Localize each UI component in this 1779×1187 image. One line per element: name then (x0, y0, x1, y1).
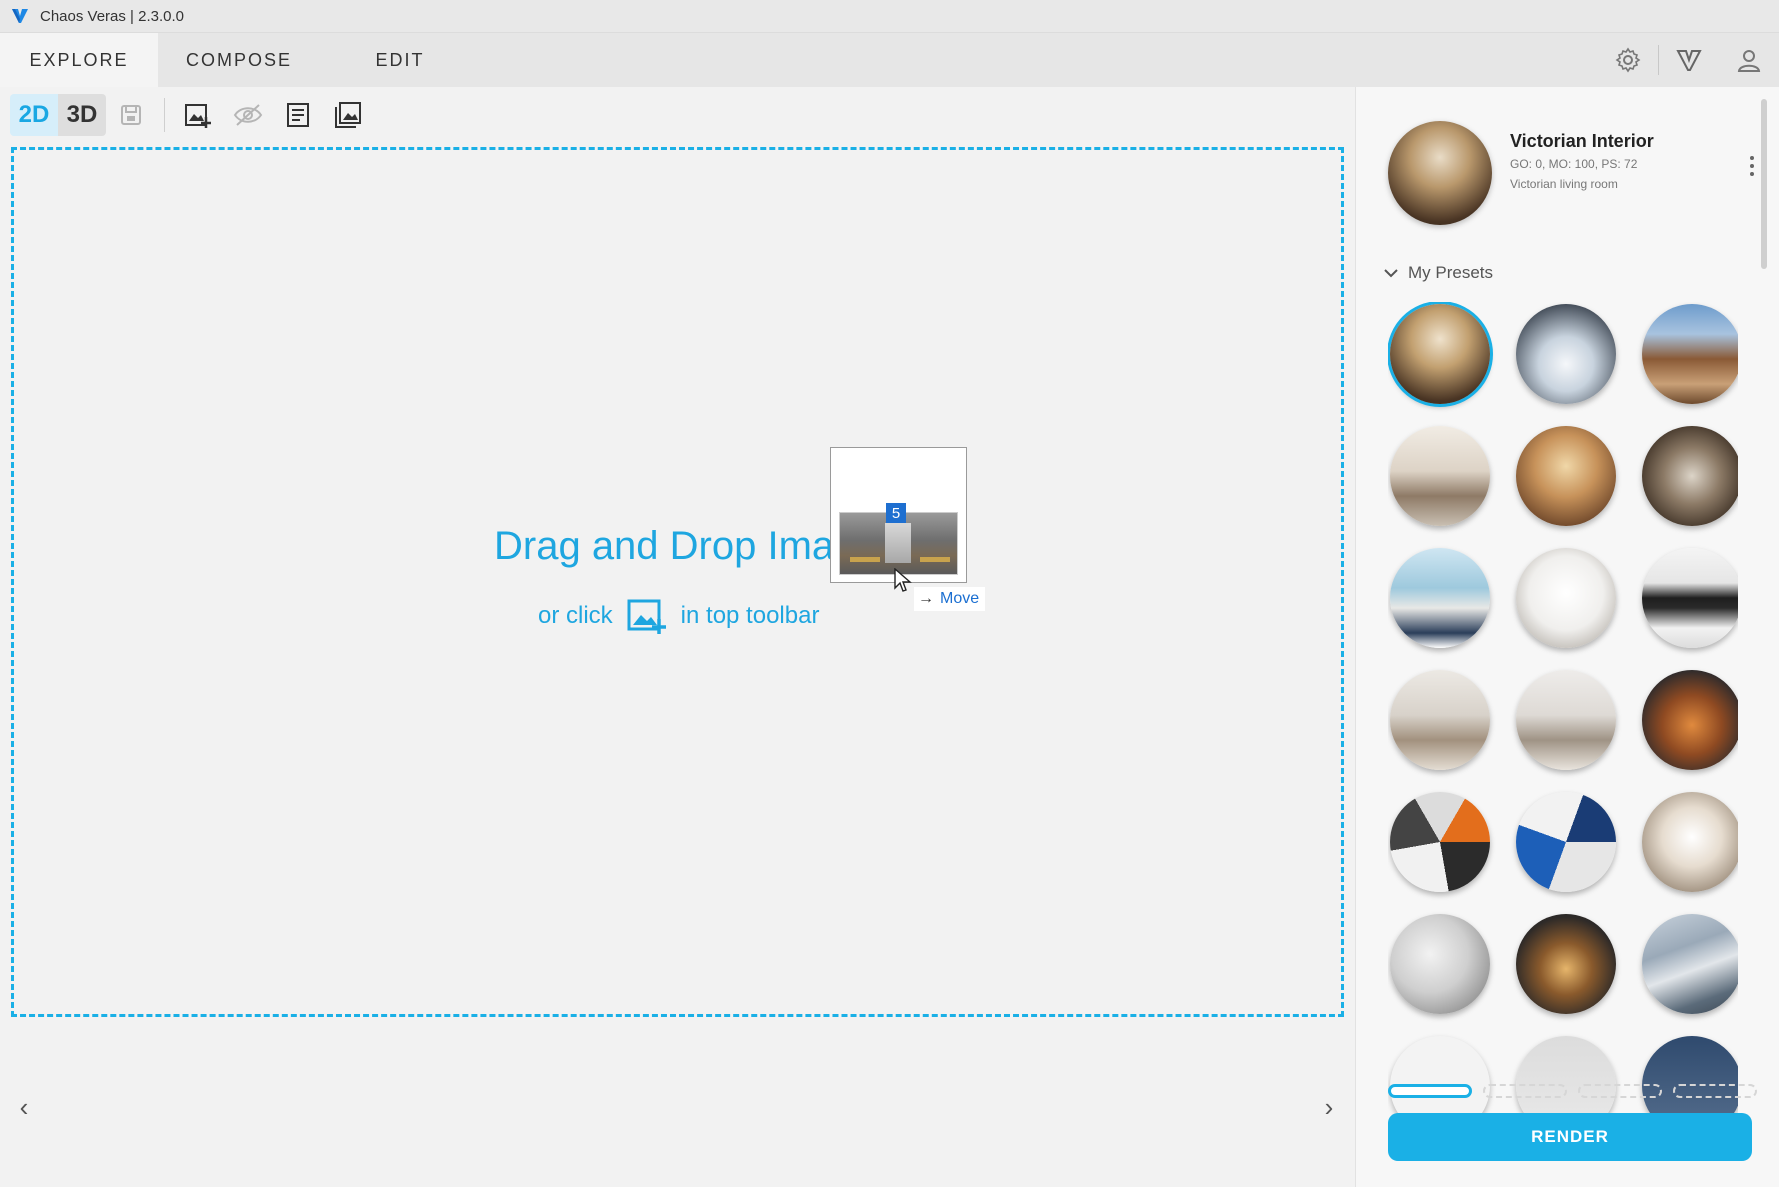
preset-thumbnail[interactable] (1516, 304, 1616, 404)
drop-zone-title: Drag and Drop Imag (494, 524, 857, 568)
add-image-icon[interactable] (173, 94, 223, 136)
preset-meta: GO: 0, MO: 100, PS: 72 (1510, 157, 1638, 171)
my-presets-label: My Presets (1408, 263, 1494, 282)
drop-hint-prefix: or click (538, 602, 613, 629)
pager-dot[interactable] (1673, 1084, 1757, 1098)
render-button[interactable]: RENDER (1388, 1113, 1752, 1161)
drag-count-badge: 5 (886, 503, 906, 523)
thumbnail-door (885, 523, 911, 563)
thumbnail-stripe (850, 557, 880, 562)
preset-thumbnail[interactable] (1516, 548, 1616, 648)
tab-explore[interactable]: EXPLORE (0, 33, 158, 87)
preset-thumbnail[interactable] (1642, 670, 1738, 770)
preset-thumbnail[interactable] (1642, 548, 1738, 648)
hide-eye-icon[interactable] (223, 94, 273, 136)
preset-thumbnail[interactable] (1390, 792, 1490, 892)
more-options-icon[interactable] (1742, 151, 1762, 181)
preset-thumbnail[interactable] (1642, 792, 1738, 892)
drag-tooltip: → Move (914, 587, 986, 611)
preset-description: Victorian living room (1510, 177, 1618, 191)
mode-3d-button[interactable]: 3D (58, 94, 106, 136)
preset-thumbnail[interactable] (1390, 304, 1490, 404)
canvas-toolbar: 2D 3D (0, 87, 1355, 143)
panel-scrollbar[interactable] (1761, 99, 1767, 269)
pager-dot-active[interactable] (1388, 1084, 1472, 1098)
preset-thumbnail[interactable] (1642, 914, 1738, 1014)
main-tab-bar: EXPLORE COMPOSE EDIT (0, 33, 1779, 87)
tab-edit[interactable]: EDIT (320, 33, 480, 87)
gallery-icon[interactable] (323, 94, 373, 136)
pager-dot[interactable] (1578, 1084, 1662, 1098)
preset-thumbnail[interactable] (1516, 426, 1616, 526)
presets-panel: Victorian Interior GO: 0, MO: 100, PS: 7… (1355, 87, 1779, 1187)
header-divider (1658, 45, 1659, 75)
pager-dot[interactable] (1483, 1084, 1567, 1098)
drag-preview: 5 (830, 447, 967, 583)
preset-thumbnail[interactable] (1390, 670, 1490, 770)
preset-thumbnail[interactable] (1516, 792, 1616, 892)
mouse-cursor-icon (893, 567, 913, 599)
window-title: Chaos Veras | 2.3.0.0 (40, 7, 184, 25)
gear-icon[interactable] (1608, 40, 1648, 80)
title-bar: Chaos Veras | 2.3.0.0 (0, 0, 1779, 33)
preset-thumbnail[interactable] (1390, 914, 1490, 1014)
thumbnail-stripe (920, 557, 950, 562)
preset-pager (1388, 1084, 1768, 1098)
preset-avatar[interactable] (1388, 121, 1492, 225)
drop-zone-hint: or click in top toolbar (538, 597, 819, 635)
add-image-icon (627, 597, 667, 635)
save-icon[interactable] (106, 94, 156, 136)
chevron-down-icon (1384, 268, 1398, 278)
drop-hint-suffix: in top toolbar (680, 602, 820, 629)
next-arrow-icon[interactable]: › (1317, 1092, 1341, 1122)
mode-2d-button[interactable]: 2D (10, 94, 58, 136)
image-drop-zone[interactable]: Drag and Drop Imag or click in top toolb… (11, 147, 1344, 1017)
preset-thumbnail[interactable] (1516, 914, 1616, 1014)
drag-tooltip-label: Move (940, 590, 980, 607)
preset-thumbnail[interactable] (1642, 304, 1738, 404)
preset-thumbnail[interactable] (1516, 670, 1616, 770)
veras-logo-icon[interactable] (1669, 40, 1709, 80)
preset-thumbnail[interactable] (1390, 426, 1490, 526)
preset-name: Victorian Interior (1510, 131, 1654, 151)
preset-thumbnail[interactable] (1390, 548, 1490, 648)
prev-arrow-icon[interactable]: ‹ (12, 1092, 36, 1122)
tab-compose[interactable]: COMPOSE (158, 33, 320, 87)
toolbar-divider (164, 98, 165, 132)
notes-icon[interactable] (273, 94, 323, 136)
arrow-right-icon: → (918, 590, 934, 607)
veras-app-icon (10, 6, 30, 26)
current-preset: Victorian Interior GO: 0, MO: 100, PS: 7… (1388, 121, 1758, 231)
dimension-toggle: 2D 3D (10, 94, 106, 136)
my-presets-toggle[interactable]: My Presets (1384, 263, 1493, 283)
preset-thumbnail[interactable] (1642, 426, 1738, 526)
presets-grid (1388, 302, 1738, 1158)
header-actions (1598, 33, 1779, 87)
user-icon[interactable] (1729, 40, 1769, 80)
app-window: Chaos Veras | 2.3.0.0 EXPLORE COMPOSE ED… (0, 0, 1779, 1187)
